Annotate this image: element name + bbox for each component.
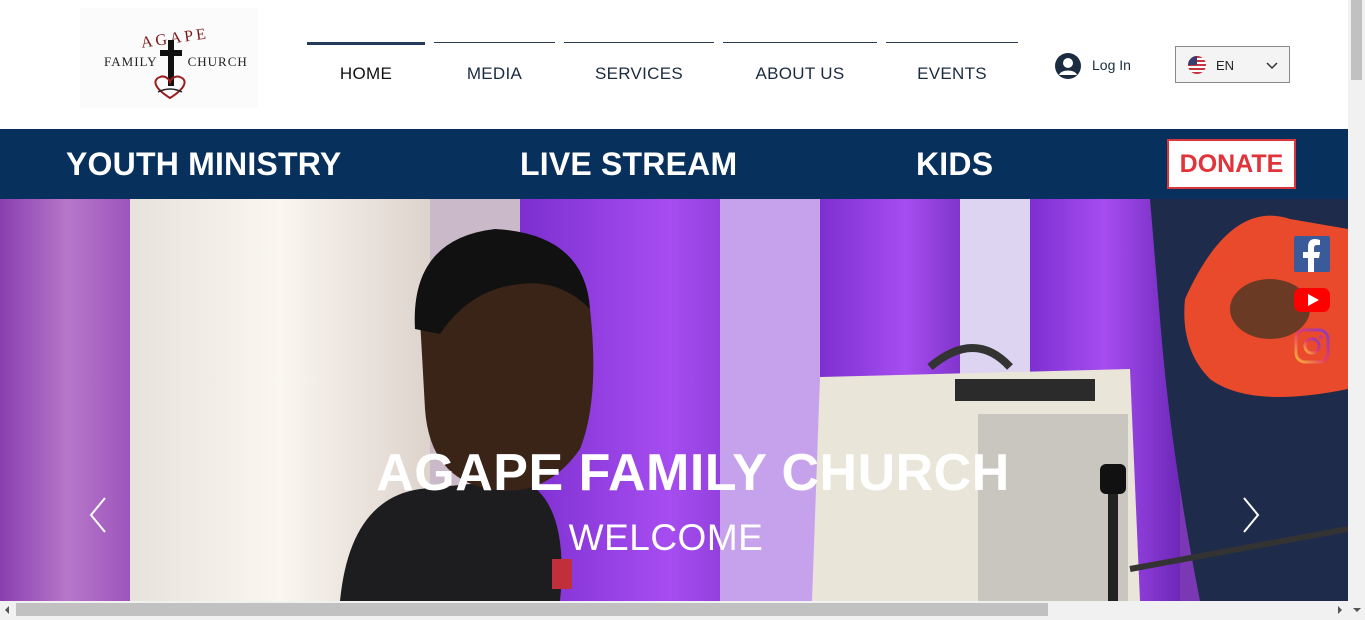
hero-slideshow: AGAPE FAMILY CHURCH WELCOME — [0, 199, 1348, 601]
language-selector[interactable]: EN — [1175, 46, 1290, 83]
donate-button[interactable]: DONATE — [1167, 139, 1296, 189]
nav-media-label: MEDIA — [466, 64, 523, 83]
scroll-left-icon[interactable] — [3, 605, 11, 615]
horizontal-scrollbar-thumb[interactable] — [16, 603, 1048, 616]
vertical-scrollbar[interactable] — [1348, 0, 1365, 620]
scroll-down-icon[interactable] — [1352, 606, 1362, 614]
nav-services[interactable]: SERVICES — [564, 42, 714, 102]
youtube-icon[interactable] — [1294, 282, 1330, 318]
heart-icon — [154, 75, 186, 100]
church-logo[interactable]: AGAPE FAMILY CHURCH — [80, 8, 258, 108]
kids-link[interactable]: KIDS — [916, 146, 993, 183]
site-header: AGAPE FAMILY CHURCH HOME MEDIA SERVICES A… — [0, 0, 1348, 129]
quick-links-bar: YOUTH MINISTRY LIVE STREAM KIDS — [0, 129, 1348, 199]
language-code: EN — [1216, 58, 1235, 73]
chevron-down-icon — [1266, 62, 1278, 70]
hero-title: AGAPE FAMILY CHURCH — [376, 444, 1010, 502]
login-label: Log In — [1092, 57, 1131, 73]
facebook-icon[interactable] — [1294, 236, 1330, 272]
logo-left-text: FAMILY — [104, 54, 158, 69]
logo-right-text: CHURCH — [187, 54, 248, 69]
nav-home[interactable]: HOME — [307, 42, 425, 102]
vertical-scrollbar-thumb[interactable] — [1351, 0, 1362, 80]
nav-events-label: EVENTS — [917, 64, 987, 83]
nav-events[interactable]: EVENTS — [886, 42, 1018, 102]
nav-services-label: SERVICES — [594, 64, 684, 83]
live-stream-link[interactable]: LIVE STREAM — [520, 146, 737, 183]
nav-about-us[interactable]: ABOUT US — [723, 42, 877, 102]
hero-subtitle: WELCOME — [568, 517, 764, 558]
nav-media[interactable]: MEDIA — [434, 42, 555, 102]
nav-home-label: HOME — [339, 64, 393, 83]
instagram-icon[interactable] — [1294, 328, 1330, 364]
nav-about-us-label: ABOUT US — [755, 64, 845, 83]
user-icon — [1055, 53, 1081, 79]
us-flag-icon — [1188, 56, 1206, 74]
scroll-right-icon[interactable] — [1336, 605, 1344, 615]
chevron-left-icon[interactable] — [87, 495, 109, 535]
donate-label: DONATE — [1179, 150, 1284, 178]
youth-ministry-link[interactable]: YOUTH MINISTRY — [66, 146, 341, 183]
chevron-right-icon[interactable] — [1240, 495, 1262, 535]
